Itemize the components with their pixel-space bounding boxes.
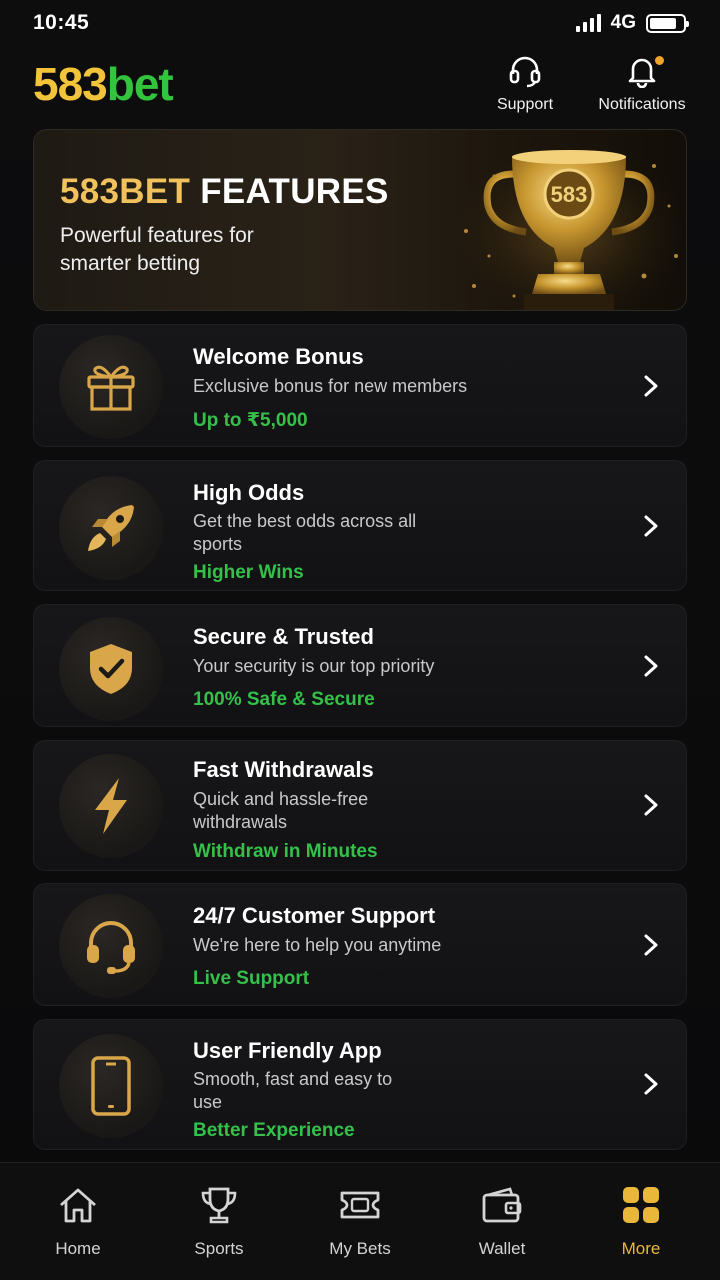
card-description: Get the best odds across all sports [193,511,417,554]
card-highlight: 100% Safe & Secure [193,689,375,710]
trophy-label: 583 [551,182,588,207]
card-highlight: Withdraw in Minutes [193,841,378,862]
feature-card-welcome-bonus[interactable]: Welcome Bonus Exclusive bonus for new me… [33,324,687,447]
headset-icon [87,921,135,974]
banner-title-brand: 583BET [60,172,191,211]
status-bar: 10:45 4G [0,0,720,44]
card-description: We're here to help you anytime [193,935,442,955]
rocket-icon [88,505,134,551]
chevron-right-icon [644,1073,658,1095]
card-title: Welcome Bonus [193,344,364,369]
card-icon-wrap [59,1034,163,1138]
nav-item-home[interactable]: Home [28,1185,128,1259]
chevron-right-icon [644,794,658,816]
status-time: 10:45 [33,11,90,34]
nav-item-wallet[interactable]: Wallet [452,1185,552,1259]
feature-card-customer-support[interactable]: 24/7 Customer Support We're here to help… [33,883,687,1006]
card-title: User Friendly App [193,1038,382,1063]
card-icon-wrap [59,754,163,858]
card-icon-wrap [59,894,163,998]
ticket-icon [340,1191,380,1219]
phone-icon [91,1056,131,1116]
card-icon-wrap [59,617,163,721]
feature-card-secure-trusted[interactable]: Secure & Trusted Your security is our to… [33,604,687,727]
bell-icon [628,58,656,88]
logo-number: 583 [33,58,108,110]
grid-icon [623,1187,659,1223]
card-highlight: Better Experience [193,1120,355,1141]
app-header: 583bet Support Notifications [0,52,720,116]
bottom-navigation: Home Sports My Bets Wallet More [0,1162,720,1280]
nav-label: More [621,1239,661,1258]
trophy-illustration: 583 [454,136,684,310]
nav-label: Wallet [478,1239,526,1258]
nav-item-more[interactable]: More [591,1185,691,1259]
trophy-icon [201,1187,237,1224]
card-title: High Odds [193,480,305,505]
nav-item-sports[interactable]: Sports [169,1185,269,1259]
card-highlight: Up to ₹5,000 [193,410,308,431]
banner-title: 583BET FEATURES [60,172,389,212]
feature-card-fast-withdrawals[interactable]: Fast Withdrawals Quick and hassle-free w… [33,740,687,871]
gift-icon [87,365,135,411]
banner-subtitle: Powerful features for smarter betting [60,224,254,275]
status-indicators: 4G [575,12,689,34]
card-description: Quick and hassle-free withdrawals [193,789,369,832]
nav-label: Sports [194,1239,244,1258]
nav-label: My Bets [329,1239,391,1258]
battery-icon [646,13,689,33]
brand-logo[interactable]: 583bet [33,57,174,111]
card-title: Secure & Trusted [193,624,374,649]
card-highlight: Higher Wins [193,562,304,583]
home-icon [60,1188,96,1223]
card-description: Smooth, fast and easy to use [193,1069,393,1112]
chevron-right-icon [644,375,658,397]
lightning-icon [95,778,127,834]
chevron-right-icon [644,934,658,956]
network-type: 4G [610,12,636,33]
notifications-button[interactable]: Notifications [592,54,692,114]
support-label: Support [496,96,554,113]
card-title: Fast Withdrawals [193,757,374,782]
wallet-icon [482,1187,522,1223]
logo-word: bet [106,58,174,110]
feature-card-user-friendly-app[interactable]: User Friendly App Smooth, fast and easy … [33,1019,687,1150]
nav-item-my-bets[interactable]: My Bets [310,1185,410,1259]
feature-card-high-odds[interactable]: High Odds Get the best odds across all s… [33,460,687,591]
signal-icon [575,14,601,32]
card-icon-wrap [59,335,163,439]
card-highlight: Live Support [193,968,310,989]
card-icon-wrap [59,476,163,580]
support-button[interactable]: Support [490,54,560,114]
nav-label: Home [55,1239,101,1258]
features-banner: 583BET FEATURES Powerful features for sm… [33,129,687,311]
chevron-right-icon [644,515,658,537]
card-description: Your security is our top priority [193,656,435,676]
headset-icon [509,56,541,88]
notifications-label: Notifications [598,96,686,113]
notification-dot [655,56,664,65]
card-description: Exclusive bonus for new members [193,376,468,396]
features-screen: 10:45 4G 583bet Support Notifications 58… [0,0,720,1280]
chevron-right-icon [644,655,658,677]
card-title: 24/7 Customer Support [193,903,436,928]
banner-title-rest: FEATURES [200,172,389,211]
shield-check-icon [90,644,132,694]
